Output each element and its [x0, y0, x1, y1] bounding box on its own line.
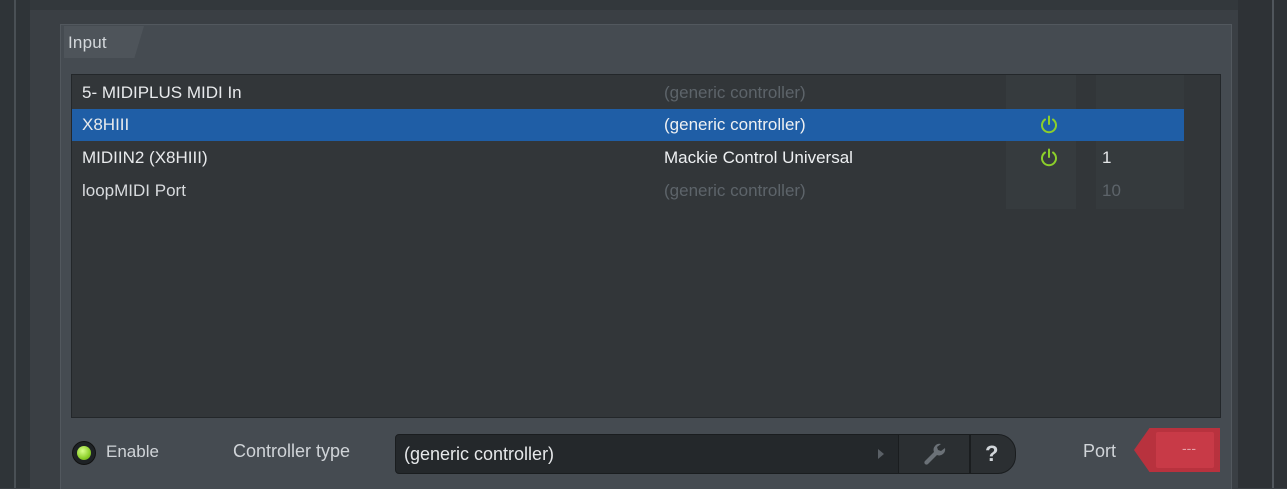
led-dot: [77, 446, 91, 460]
led-icon[interactable]: [72, 441, 96, 465]
wrench-icon: [924, 443, 946, 465]
right-frame-edge: [1272, 0, 1274, 488]
enable-toggle[interactable]: Enable: [72, 440, 182, 466]
port-selector[interactable]: ---: [1134, 428, 1220, 472]
device-controller: (generic controller): [664, 83, 806, 102]
device-row[interactable]: 5- MIDIPLUS MIDI In (generic controller): [72, 77, 1184, 109]
device-row[interactable]: MIDIIN2 (X8HIII) Mackie Control Universa…: [72, 142, 1184, 174]
right-frame: [1238, 0, 1287, 488]
left-frame: [0, 0, 30, 488]
controller-type-select[interactable]: (generic controller): [395, 434, 899, 474]
power-icon[interactable]: [1038, 147, 1060, 169]
device-row-selected[interactable]: X8HIII (generic controller): [72, 109, 1184, 141]
device-name: MIDIIN2 (X8HIII): [82, 148, 208, 167]
chevron-right-icon: [878, 449, 884, 459]
midi-device-list[interactable]: 5- MIDIPLUS MIDI In (generic controller)…: [71, 74, 1221, 418]
wrench-button[interactable]: [898, 434, 970, 474]
device-controller: Mackie Control Universal: [664, 148, 853, 167]
help-button[interactable]: ?: [970, 434, 1016, 474]
device-name: loopMIDI Port: [82, 181, 186, 200]
device-name: 5- MIDIPLUS MIDI In: [82, 83, 242, 102]
panel-title: Input: [68, 33, 107, 52]
device-row[interactable]: loopMIDI Port (generic controller) 10: [72, 175, 1184, 207]
port-label: Port: [1083, 441, 1117, 461]
left-frame-edge: [14, 0, 16, 488]
device-controller: (generic controller): [664, 115, 806, 134]
device-name: X8HIII: [82, 115, 130, 134]
device-port: 1: [1102, 148, 1112, 167]
controller-type-label: Controller type: [233, 441, 351, 461]
port-value: ---: [1182, 440, 1196, 456]
device-port: 10: [1102, 181, 1121, 200]
enable-label: Enable: [106, 442, 159, 461]
power-icon[interactable]: [1038, 114, 1060, 136]
controller-type-value: (generic controller): [404, 444, 555, 464]
top-bar: [30, 0, 1238, 10]
device-controller: (generic controller): [664, 181, 806, 200]
help-label: ?: [985, 441, 999, 466]
